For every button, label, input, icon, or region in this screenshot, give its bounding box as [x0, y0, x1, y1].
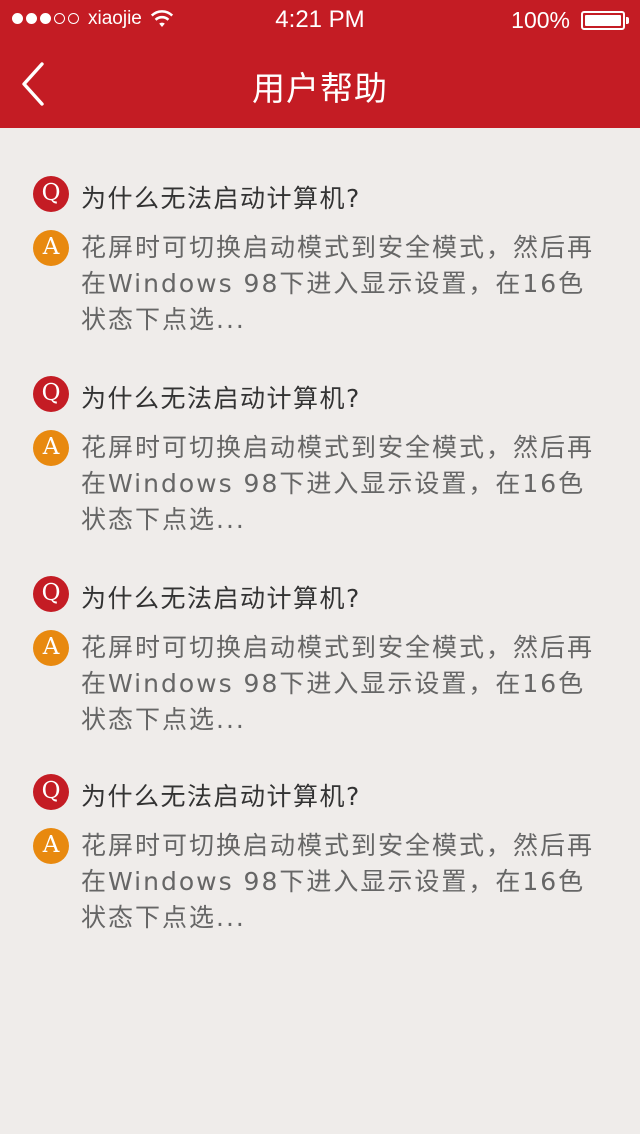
nav-bar: 用户帮助 — [0, 40, 640, 128]
question-row[interactable]: Q 为什么无法启动计算机? — [33, 774, 613, 811]
answer-text: 花屏时可切换启动模式到安全模式，然后再在Windows 98下进入显示设置，在1… — [81, 633, 595, 734]
question-badge-icon: Q — [33, 774, 69, 810]
answer-badge-icon: A — [33, 828, 69, 864]
battery-icon — [581, 11, 625, 30]
question-text: 为什么无法启动计算机? — [81, 184, 361, 213]
question-text: 为什么无法启动计算机? — [81, 384, 361, 413]
answer-text: 花屏时可切换启动模式到安全模式，然后再在Windows 98下进入显示设置，在1… — [81, 831, 595, 932]
battery-percentage: 100% — [511, 7, 570, 33]
question-text: 为什么无法启动计算机? — [81, 782, 361, 811]
answer-text: 花屏时可切换启动模式到安全模式，然后再在Windows 98下进入显示设置，在1… — [81, 233, 595, 334]
question-text: 为什么无法启动计算机? — [81, 584, 361, 613]
answer-badge-icon: A — [33, 430, 69, 466]
question-row[interactable]: Q 为什么无法启动计算机? — [33, 576, 613, 613]
question-badge-icon: Q — [33, 376, 69, 412]
question-badge-icon: Q — [33, 176, 69, 212]
status-bar: xiaojie 4:21 PM 100% — [0, 0, 640, 40]
battery-level — [585, 15, 621, 26]
header: xiaojie 4:21 PM 100% 用户帮助 — [0, 0, 640, 128]
answer-badge-icon: A — [33, 630, 69, 666]
question-row[interactable]: Q 为什么无法启动计算机? — [33, 376, 613, 413]
battery-tip — [626, 17, 629, 24]
question-badge-icon: Q — [33, 576, 69, 612]
answer-badge-icon: A — [33, 230, 69, 266]
question-row[interactable]: Q 为什么无法启动计算机? — [33, 176, 613, 213]
page-title: 用户帮助 — [252, 69, 388, 108]
answer-text: 花屏时可切换启动模式到安全模式，然后再在Windows 98下进入显示设置，在1… — [81, 433, 595, 534]
